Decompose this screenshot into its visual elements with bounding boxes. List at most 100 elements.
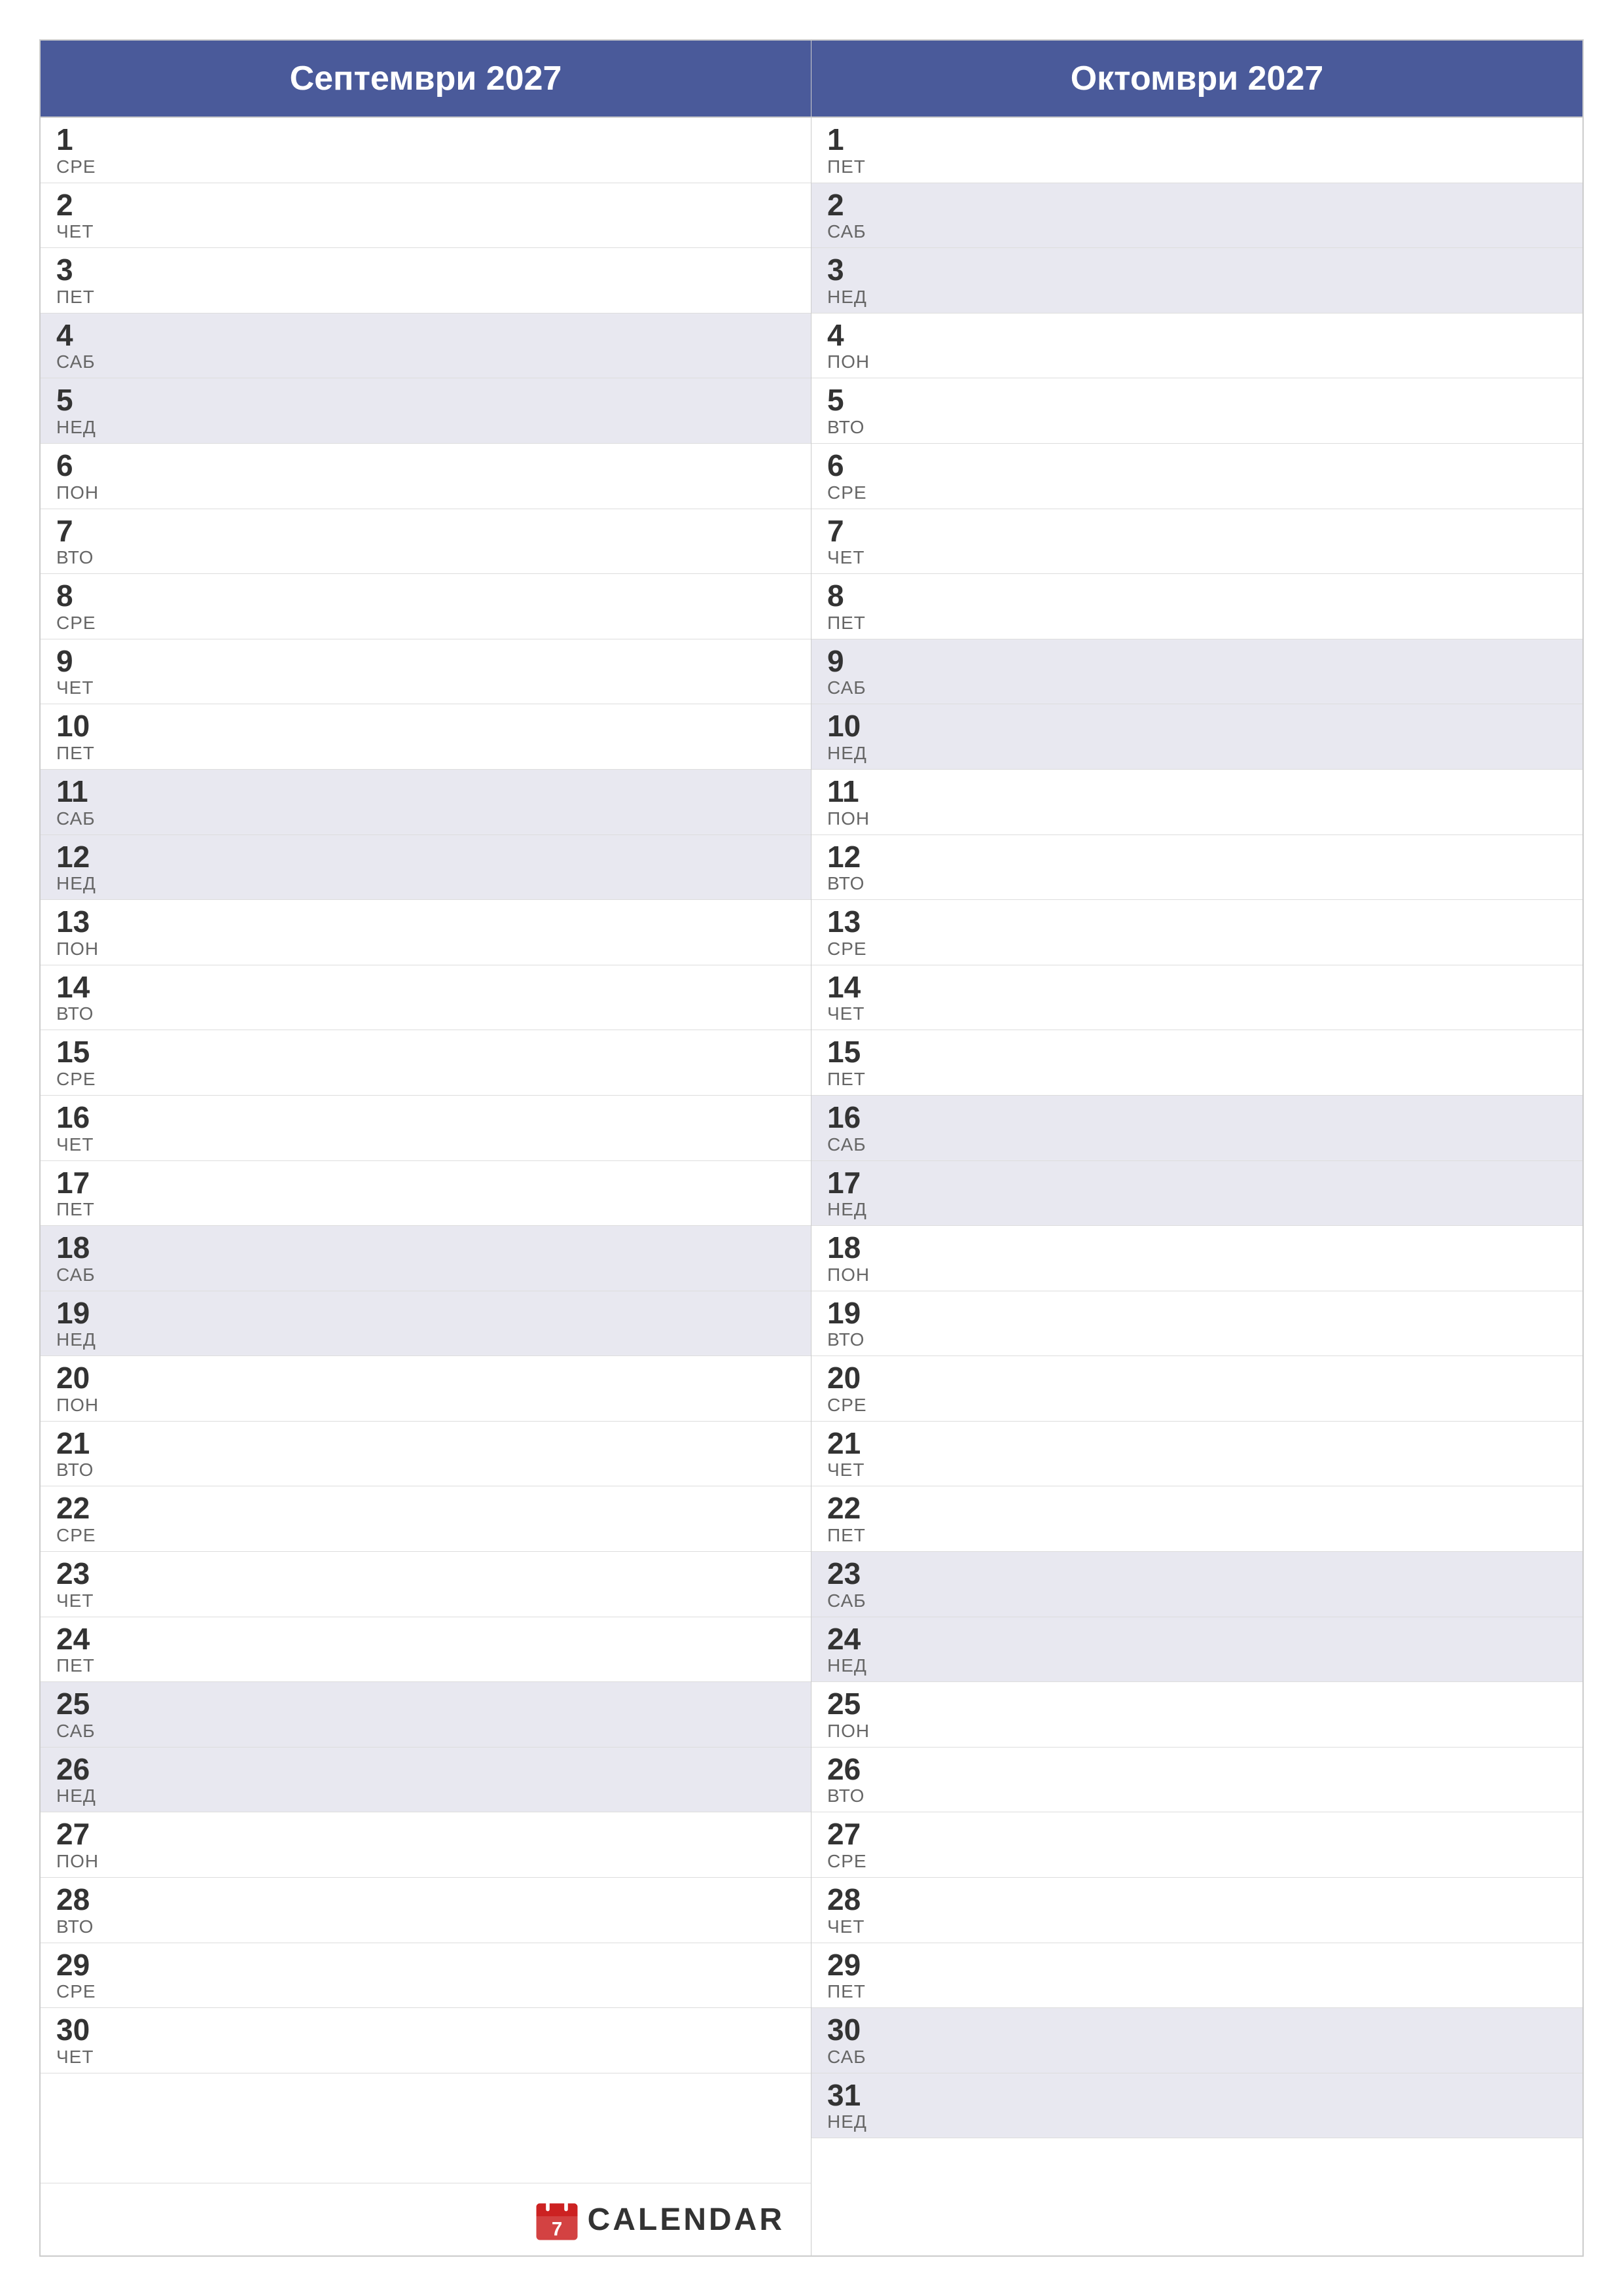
- day-number: 13: [56, 905, 795, 939]
- calendar-grid: Септември 20271СРЕ2ЧЕТ3ПЕТ4САБ5НЕД6ПОН7В…: [39, 39, 1584, 2257]
- day-row: 11ПОН: [812, 770, 1582, 835]
- day-row: 29ПЕТ: [812, 1943, 1582, 2009]
- day-row: 31НЕД: [812, 2073, 1582, 2139]
- day-row: 4ПОН: [812, 314, 1582, 379]
- day-number: 6: [56, 449, 795, 482]
- day-number: 27: [56, 1818, 795, 1851]
- day-number: 11: [827, 775, 1567, 808]
- day-number: 30: [827, 2013, 1567, 2047]
- day-row: 6СРЕ: [812, 444, 1582, 509]
- day-number: 24: [56, 1623, 795, 1656]
- day-row: 17ПЕТ: [41, 1161, 811, 1227]
- day-number: 22: [827, 1492, 1567, 1525]
- day-number: 4: [827, 319, 1567, 352]
- day-number: 12: [56, 840, 795, 874]
- day-name: СРЕ: [827, 1395, 1567, 1416]
- day-row: 8СРЕ: [41, 574, 811, 639]
- day-number: 1: [56, 123, 795, 156]
- september-column: Септември 20271СРЕ2ЧЕТ3ПЕТ4САБ5НЕД6ПОН7В…: [41, 41, 812, 2255]
- day-name: ПОН: [56, 482, 795, 503]
- day-row: 16САБ: [812, 1096, 1582, 1161]
- day-number: 4: [56, 319, 795, 352]
- day-row: 24ПЕТ: [41, 1617, 811, 1683]
- october-header: Октомври 2027: [812, 41, 1582, 118]
- day-name: ПОН: [56, 1395, 795, 1416]
- day-name: ПЕТ: [827, 1981, 1567, 2002]
- day-name: САБ: [827, 1134, 1567, 1155]
- day-name: САБ: [827, 677, 1567, 698]
- page: Септември 20271СРЕ2ЧЕТ3ПЕТ4САБ5НЕД6ПОН7В…: [0, 0, 1623, 2296]
- day-number: 16: [56, 1101, 795, 1134]
- day-name: ВТО: [56, 547, 795, 568]
- day-name: НЕД: [827, 1655, 1567, 1676]
- day-row: 1ПЕТ: [812, 118, 1582, 183]
- day-row: 28ЧЕТ: [812, 1878, 1582, 1943]
- day-number: 24: [827, 1623, 1567, 1656]
- day-row: 30САБ: [812, 2008, 1582, 2073]
- day-name: ПЕТ: [56, 1655, 795, 1676]
- day-row: 3ПЕТ: [41, 248, 811, 314]
- day-row: 8ПЕТ: [812, 574, 1582, 639]
- day-name: САБ: [56, 1265, 795, 1285]
- day-number: 31: [827, 2079, 1567, 2112]
- day-number: 17: [56, 1166, 795, 1200]
- day-number: 2: [56, 188, 795, 222]
- day-number: 26: [827, 1753, 1567, 1786]
- october-column: Октомври 20271ПЕТ2САБ3НЕД4ПОН5ВТО6СРЕ7ЧЕ…: [812, 41, 1582, 2255]
- day-row: 7ЧЕТ: [812, 509, 1582, 575]
- day-row: 28ВТО: [41, 1878, 811, 1943]
- day-number: 9: [56, 645, 795, 678]
- logo-footer: 7 CALENDAR: [41, 2183, 811, 2255]
- day-row: 21ЧЕТ: [812, 1422, 1582, 1487]
- day-row: 18САБ: [41, 1226, 811, 1291]
- day-row: 18ПОН: [812, 1226, 1582, 1291]
- day-row: 21ВТО: [41, 1422, 811, 1487]
- day-number: 8: [56, 579, 795, 613]
- day-name: ЧЕТ: [56, 1134, 795, 1155]
- day-number: 5: [56, 384, 795, 417]
- day-name: ПЕТ: [56, 287, 795, 308]
- day-row: 15ПЕТ: [812, 1030, 1582, 1096]
- september-header: Септември 2027: [41, 41, 811, 118]
- day-number: 9: [827, 645, 1567, 678]
- day-row: 22СРЕ: [41, 1486, 811, 1552]
- day-number: 21: [56, 1427, 795, 1460]
- day-name: ЧЕТ: [827, 1916, 1567, 1937]
- day-number: 15: [56, 1035, 795, 1069]
- day-row: 10НЕД: [812, 704, 1582, 770]
- day-name: САБ: [827, 221, 1567, 242]
- day-row: 17НЕД: [812, 1161, 1582, 1227]
- day-row: 2САБ: [812, 183, 1582, 249]
- day-number: 28: [827, 1883, 1567, 1916]
- logo-text: CALENDAR: [588, 2202, 785, 2238]
- day-name: САБ: [827, 2047, 1567, 2068]
- day-row: 19ВТО: [812, 1291, 1582, 1357]
- day-number: 18: [827, 1231, 1567, 1265]
- day-row: 7ВТО: [41, 509, 811, 575]
- day-row: 30ЧЕТ: [41, 2008, 811, 2073]
- day-name: ПЕТ: [827, 1525, 1567, 1546]
- day-number: 19: [56, 1297, 795, 1330]
- day-name: ВТО: [827, 1329, 1567, 1350]
- day-row: 23ЧЕТ: [41, 1552, 811, 1617]
- day-name: ЧЕТ: [56, 1590, 795, 1611]
- day-number: 23: [827, 1557, 1567, 1590]
- day-number: 29: [56, 1948, 795, 1982]
- day-name: СРЕ: [827, 1851, 1567, 1872]
- day-row: 6ПОН: [41, 444, 811, 509]
- day-row: 20ПОН: [41, 1356, 811, 1422]
- day-row: 29СРЕ: [41, 1943, 811, 2009]
- day-number: 1: [827, 123, 1567, 156]
- day-name: СРЕ: [56, 1981, 795, 2002]
- day-name: ЧЕТ: [56, 221, 795, 242]
- day-name: ЧЕТ: [827, 547, 1567, 568]
- day-name: НЕД: [827, 743, 1567, 764]
- day-name: СРЕ: [56, 1069, 795, 1090]
- day-name: САБ: [827, 1590, 1567, 1611]
- day-name: ПЕТ: [827, 613, 1567, 634]
- day-number: 19: [827, 1297, 1567, 1330]
- day-name: НЕД: [56, 873, 795, 894]
- day-number: 17: [827, 1166, 1567, 1200]
- day-name: СРЕ: [56, 1525, 795, 1546]
- day-number: 15: [827, 1035, 1567, 1069]
